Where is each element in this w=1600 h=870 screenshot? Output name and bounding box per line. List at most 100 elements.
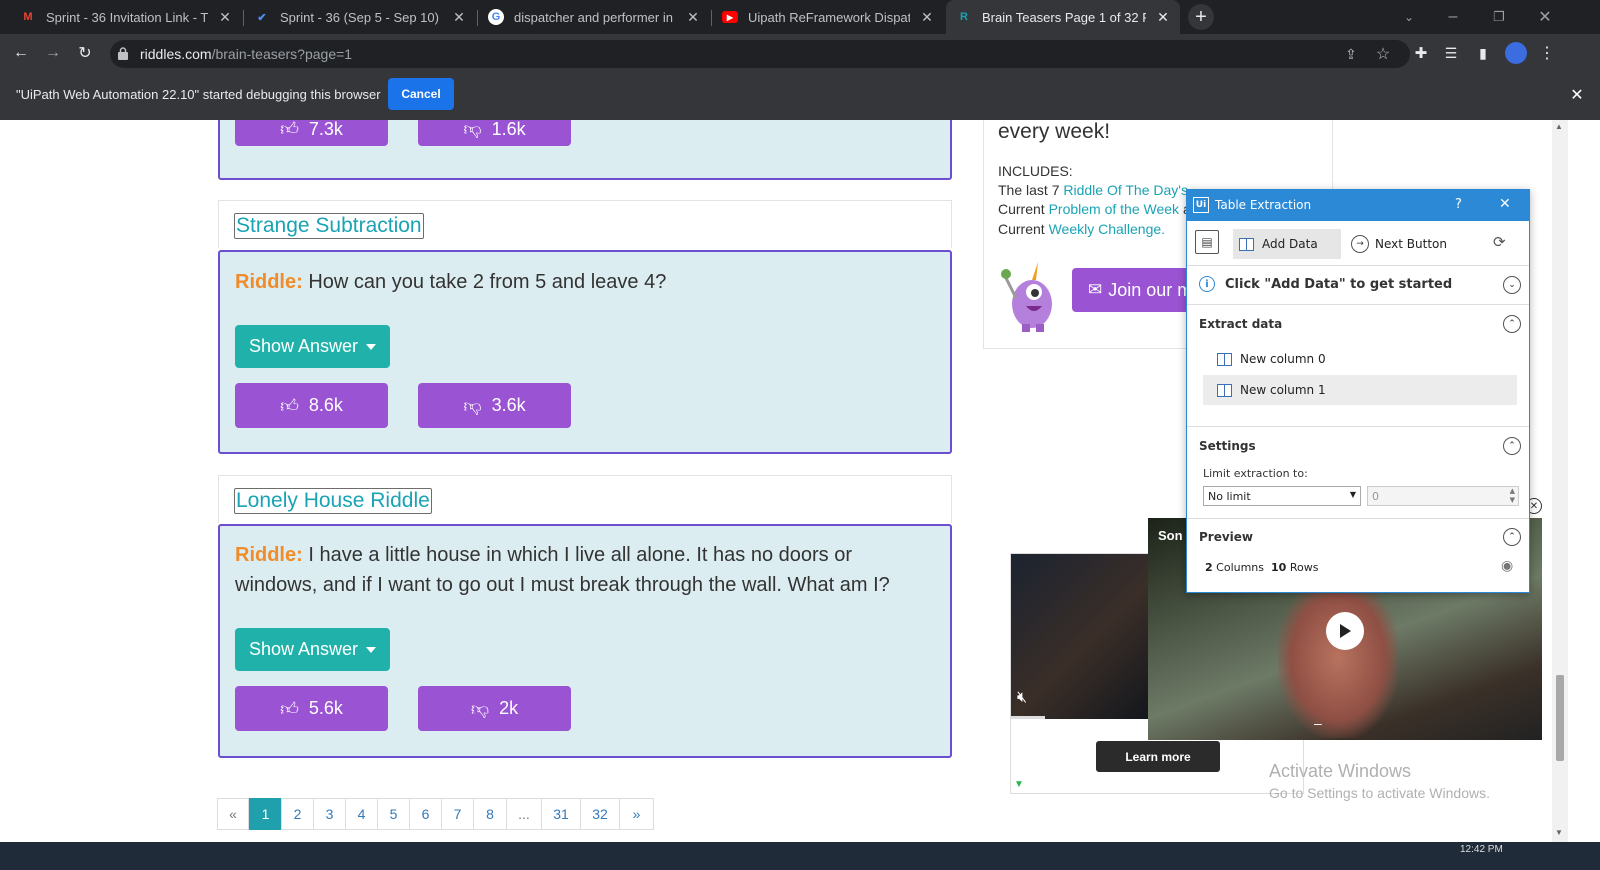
column-icon — [1217, 383, 1232, 397]
forward-icon[interactable]: → — [42, 42, 64, 64]
close-tab-icon[interactable]: ✕ — [218, 9, 232, 26]
dialog-titlebar: Ui Table Extraction ? ✕ — [1187, 190, 1529, 221]
tab-youtube[interactable]: ▶ Uipath ReFramework Dispatcher ✕ — [712, 0, 944, 34]
join-mailing-list-button[interactable]: ✉ Join our m — [1072, 268, 1202, 312]
add-data-label: Add Data — [1262, 237, 1318, 251]
thumbs-down-icon: 👎︎ — [463, 395, 482, 416]
riddle-title-link[interactable]: Strange Subtraction — [234, 213, 424, 239]
cancel-debug-button[interactable]: Cancel — [388, 78, 454, 110]
collapse-hint-icon[interactable]: ⌄ — [1503, 276, 1521, 294]
collapse-settings-icon[interactable]: ⌃ — [1503, 437, 1521, 455]
page-32[interactable]: 32 — [580, 798, 620, 830]
youtube-icon: ▶ — [722, 11, 738, 23]
limit-number-input[interactable]: 0 ▲ ▼ — [1367, 486, 1519, 506]
tab-google-search[interactable]: G dispatcher and performer in uipa ✕ — [478, 0, 710, 34]
scroll-down-icon[interactable]: ▼ — [1555, 828, 1563, 837]
monster-mascot-icon — [998, 258, 1060, 332]
refresh-icon[interactable]: ⟳ — [1493, 233, 1515, 255]
url-text: riddles.com/brain-teasers?page=1 — [140, 46, 352, 62]
side-panel-icon[interactable]: ▮ — [1472, 42, 1494, 64]
page-8[interactable]: 8 — [473, 798, 507, 830]
tab-sprint-todo[interactable]: ✔ Sprint - 36 (Sep 5 - Sep 10) - To D ✕ — [244, 0, 476, 34]
tab-sprint-invitation[interactable]: M Sprint - 36 Invitation Link - Tilico ✕ — [10, 0, 242, 34]
minimize-video-icon[interactable]: – — [1314, 715, 1322, 731]
scroll-up-icon[interactable]: ▲ — [1555, 122, 1563, 131]
preview-rows-count: 10 — [1271, 561, 1287, 574]
dislike-button[interactable]: 👎︎ 1.6k — [418, 120, 571, 146]
page-31[interactable]: 31 — [541, 798, 581, 830]
page-prev[interactable]: « — [217, 798, 249, 830]
mute-icon[interactable]: 🔇︎ — [1017, 689, 1041, 709]
activate-windows-subtitle: Go to Settings to activate Windows. — [1269, 785, 1490, 801]
show-answer-button[interactable]: Show Answer — [235, 628, 390, 671]
share-icon[interactable]: ⇪ — [1340, 43, 1362, 65]
spinner-icon[interactable]: ▲ ▼ — [1510, 487, 1515, 505]
page-1[interactable]: 1 — [249, 798, 282, 830]
collapse-extract-icon[interactable]: ⌃ — [1503, 315, 1521, 333]
close-window-icon[interactable]: ✕ — [1534, 6, 1556, 28]
show-answer-button[interactable]: Show Answer — [235, 325, 390, 368]
problem-of-week-link[interactable]: Problem of the Week — [1049, 201, 1179, 217]
riddle-question: Riddle: How can you take 2 from 5 and le… — [235, 267, 666, 297]
close-dialog-icon[interactable]: ✕ — [1499, 196, 1511, 212]
page-2[interactable]: 2 — [281, 798, 314, 830]
riddle-title-box: Lonely House Riddle — [218, 475, 952, 523]
save-icon[interactable]: ▤ — [1195, 230, 1219, 254]
play-button[interactable] — [1326, 612, 1364, 650]
next-button-selector[interactable]: → Next Button — [1351, 229, 1461, 259]
close-tab-icon[interactable]: ✕ — [1156, 9, 1170, 26]
close-infobar-icon[interactable]: ✕ — [1566, 84, 1588, 106]
tab-riddles-active[interactable]: R Brain Teasers Page 1 of 32 Riddle ✕ — [946, 0, 1180, 34]
column-item[interactable]: New column 0 — [1203, 344, 1517, 374]
bookmark-star-icon[interactable]: ☆ — [1372, 43, 1394, 65]
add-data-button[interactable]: Add Data — [1233, 229, 1341, 259]
address-bar[interactable]: riddles.com/brain-teasers?page=1 ⇪ ☆ — [110, 40, 1410, 68]
preview-eye-icon[interactable]: ◉ — [1501, 558, 1513, 574]
riddle-text-line1: I have a little house in which I live al… — [308, 544, 852, 566]
thumbs-up-icon: 👍︎ — [280, 698, 299, 719]
scrollbar-thumb[interactable] — [1556, 675, 1564, 761]
close-tab-icon[interactable]: ✕ — [452, 9, 466, 26]
weekly-challenge-link[interactable]: Weekly Challenge. — [1049, 221, 1165, 237]
column-item-selected[interactable]: New column 1 — [1203, 375, 1517, 405]
tab-title: Brain Teasers Page 1 of 32 Riddle — [982, 9, 1146, 25]
page-6[interactable]: 6 — [409, 798, 442, 830]
close-tab-icon[interactable]: ✕ — [686, 9, 700, 26]
learn-more-button[interactable]: Learn more — [1096, 741, 1220, 772]
tab-search-icon[interactable]: ⌄ — [1398, 6, 1420, 28]
close-tab-icon[interactable]: ✕ — [920, 9, 934, 26]
play-icon — [1340, 624, 1351, 638]
page-3[interactable]: 3 — [313, 798, 346, 830]
new-tab-button[interactable]: + — [1188, 4, 1214, 30]
limit-dropdown[interactable]: No limit ▼ — [1203, 486, 1361, 506]
back-icon[interactable]: ← — [10, 42, 32, 64]
tab-title: Uipath ReFramework Dispatcher — [748, 9, 910, 25]
page-7[interactable]: 7 — [441, 798, 474, 830]
dislike-button[interactable]: 👎︎ 3.6k — [418, 383, 571, 428]
menu-kebab-icon[interactable]: ⋮ — [1536, 42, 1558, 64]
dislike-button[interactable]: 👎︎ 2k — [418, 686, 571, 731]
page-next[interactable]: » — [619, 798, 654, 830]
extensions-icon[interactable]: ✚ — [1410, 42, 1432, 64]
restore-icon[interactable]: ❐ — [1488, 6, 1510, 28]
reading-list-icon[interactable]: ☰ — [1440, 42, 1462, 64]
riddle-of-day-link[interactable]: Riddle Of The Day's — [1063, 182, 1188, 198]
page-scrollbar[interactable]: ▲ ▼ — [1552, 120, 1568, 858]
text: The last 7 — [998, 182, 1064, 198]
like-button[interactable]: 👍︎ 5.6k — [235, 686, 388, 731]
profile-avatar[interactable] — [1505, 42, 1527, 64]
extract-data-header: Extract data — [1199, 317, 1283, 331]
minimize-icon[interactable]: – — [1442, 6, 1464, 28]
page-5[interactable]: 5 — [377, 798, 410, 830]
page-4[interactable]: 4 — [345, 798, 378, 830]
table-extraction-dialog: Ui Table Extraction ? ✕ ▤ Add Data → Next… — [1186, 189, 1530, 593]
includes-line-1: The last 7 Riddle Of The Day's, — [998, 182, 1192, 198]
collapse-preview-icon[interactable]: ⌃ — [1503, 528, 1521, 546]
like-button[interactable]: 👍︎ 7.3k — [235, 120, 388, 146]
like-button[interactable]: 👍︎ 8.6k — [235, 383, 388, 428]
video-figure — [1278, 578, 1398, 738]
includes-label: INCLUDES: — [998, 163, 1073, 179]
reload-icon[interactable]: ↻ — [74, 42, 96, 64]
riddle-title-link[interactable]: Lonely House Riddle — [234, 488, 432, 514]
help-button[interactable]: ? — [1455, 197, 1462, 212]
